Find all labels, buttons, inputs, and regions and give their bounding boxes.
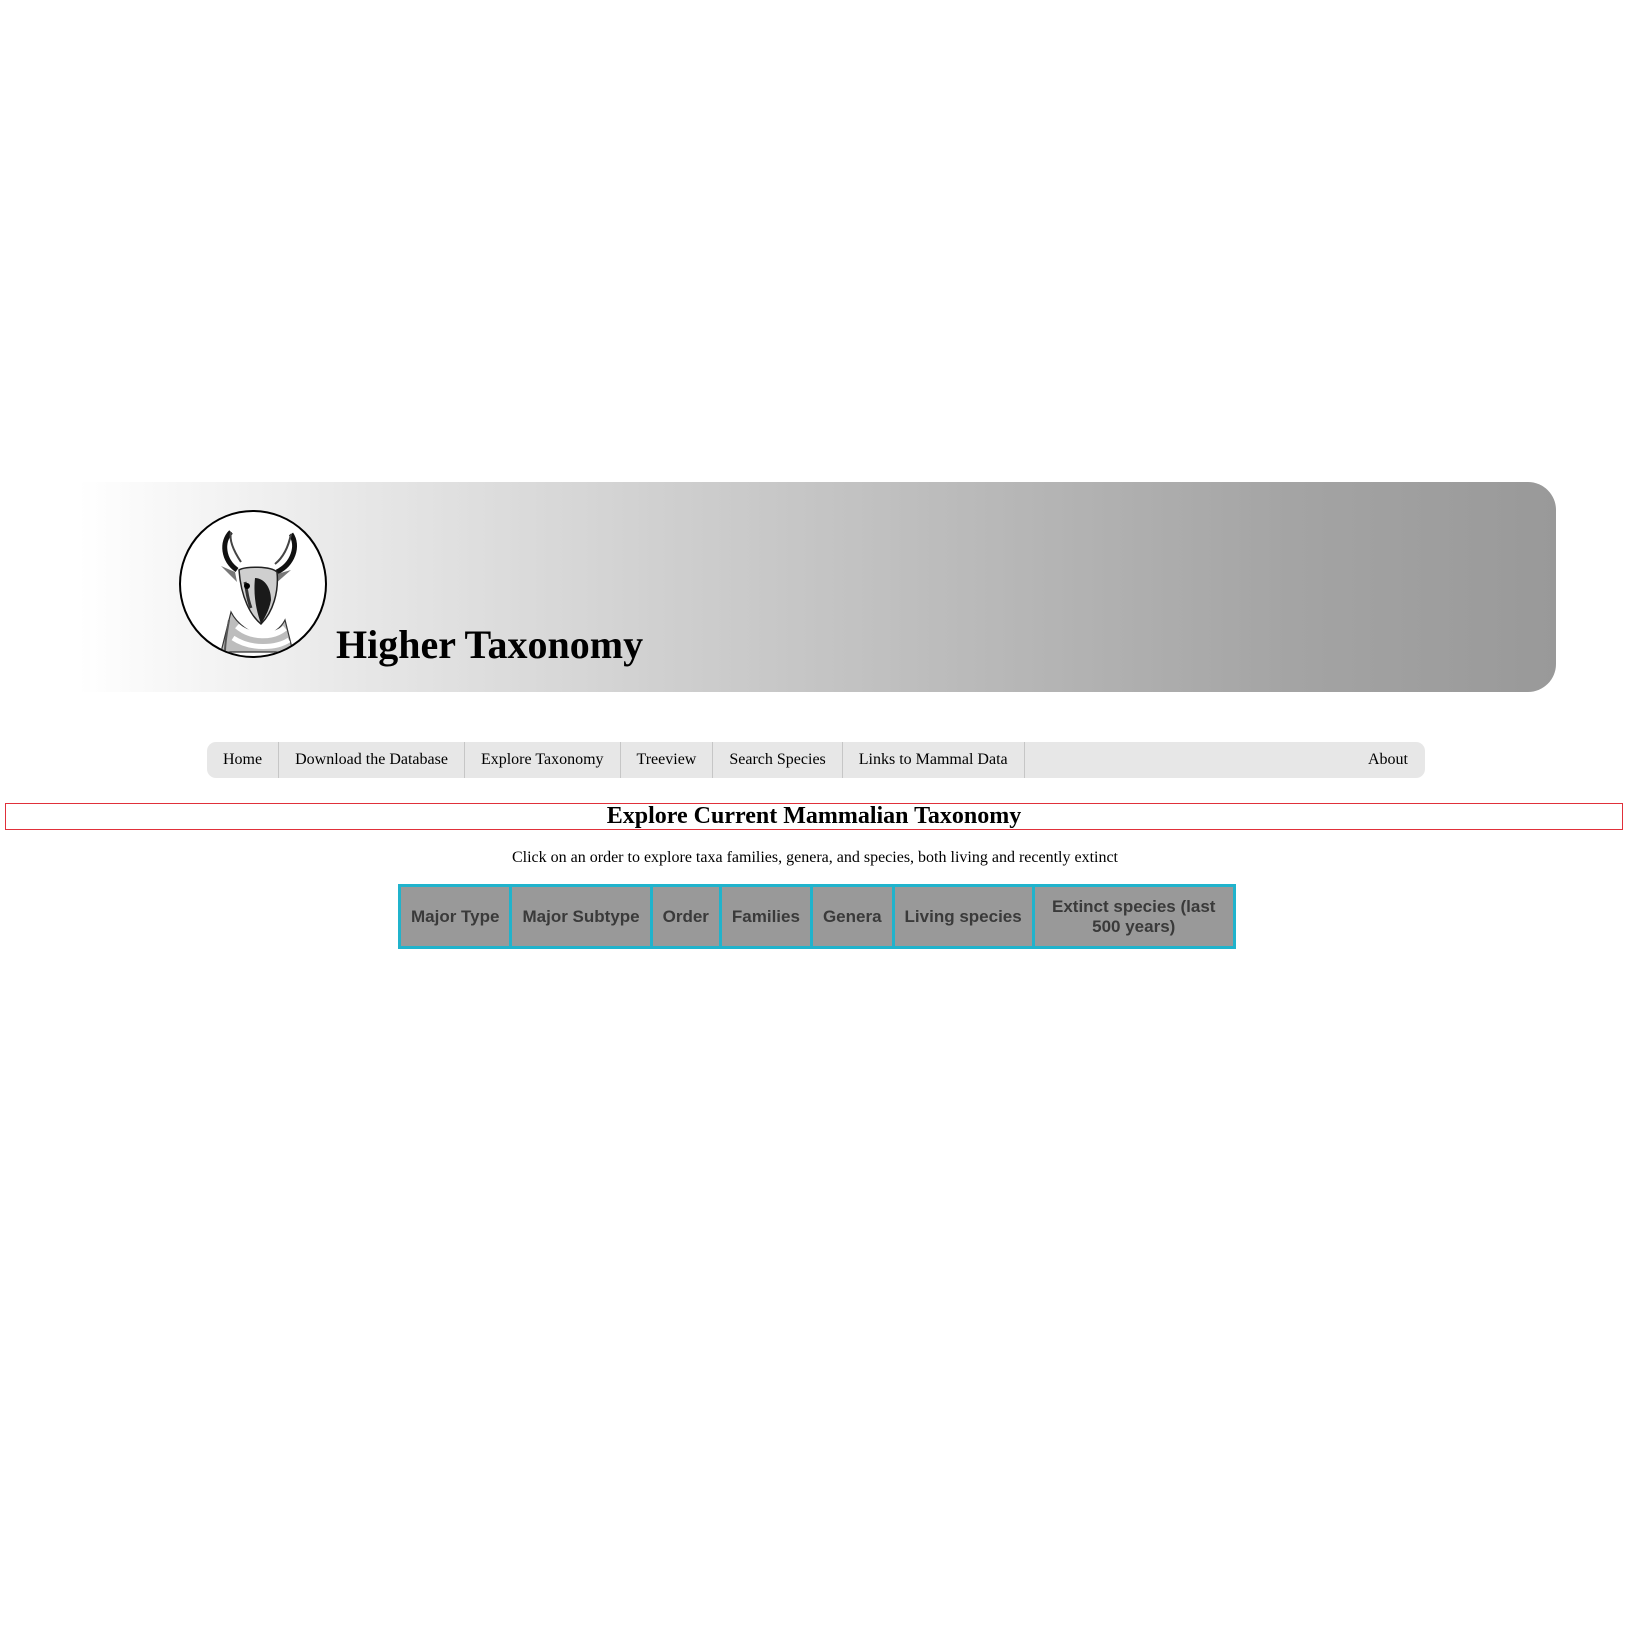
taxonomy-table: Major Type Major Subtype Order Families … [397, 884, 1236, 949]
nav-item-about[interactable]: About [1368, 742, 1408, 778]
nav-item-treeview[interactable]: Treeview [621, 742, 714, 778]
pronghorn-antelope-icon [179, 510, 327, 658]
nav-item-home[interactable]: Home [207, 742, 280, 778]
nav-item-search-species[interactable]: Search Species [713, 742, 843, 778]
page-subtitle: Click on an order to explore taxa famili… [511, 849, 1118, 866]
main-nav: Home Download the Database Explore Taxon… [207, 742, 1425, 778]
site-title: Higher Taxonomy [336, 622, 644, 667]
column-header-extinct-species[interactable]: Extinct species (last 500 years) [1031, 884, 1236, 949]
page-heading: Explore Current Mammalian Taxonomy [606, 803, 1022, 829]
page-heading-box: Explore Current Mammalian Taxonomy [5, 803, 1623, 830]
nav-item-links-mammal-data[interactable]: Links to Mammal Data [843, 742, 1025, 778]
column-header-order[interactable]: Order [649, 884, 722, 949]
page: Higher Taxonomy Home Download the Databa… [0, 0, 1630, 1630]
nav-list: Home Download the Database Explore Taxon… [207, 742, 1425, 778]
nav-item-download-database[interactable]: Download the Database [279, 742, 465, 778]
column-header-living-species[interactable]: Living species [891, 884, 1035, 949]
nav-item-explore-taxonomy[interactable]: Explore Taxonomy [465, 742, 621, 778]
table-header-row: Major Type Major Subtype Order Families … [397, 884, 1236, 949]
column-header-families[interactable]: Families [718, 884, 813, 949]
column-header-major-type[interactable]: Major Type [397, 884, 513, 949]
column-header-genera[interactable]: Genera [809, 884, 895, 949]
column-header-major-subtype[interactable]: Major Subtype [509, 884, 653, 949]
